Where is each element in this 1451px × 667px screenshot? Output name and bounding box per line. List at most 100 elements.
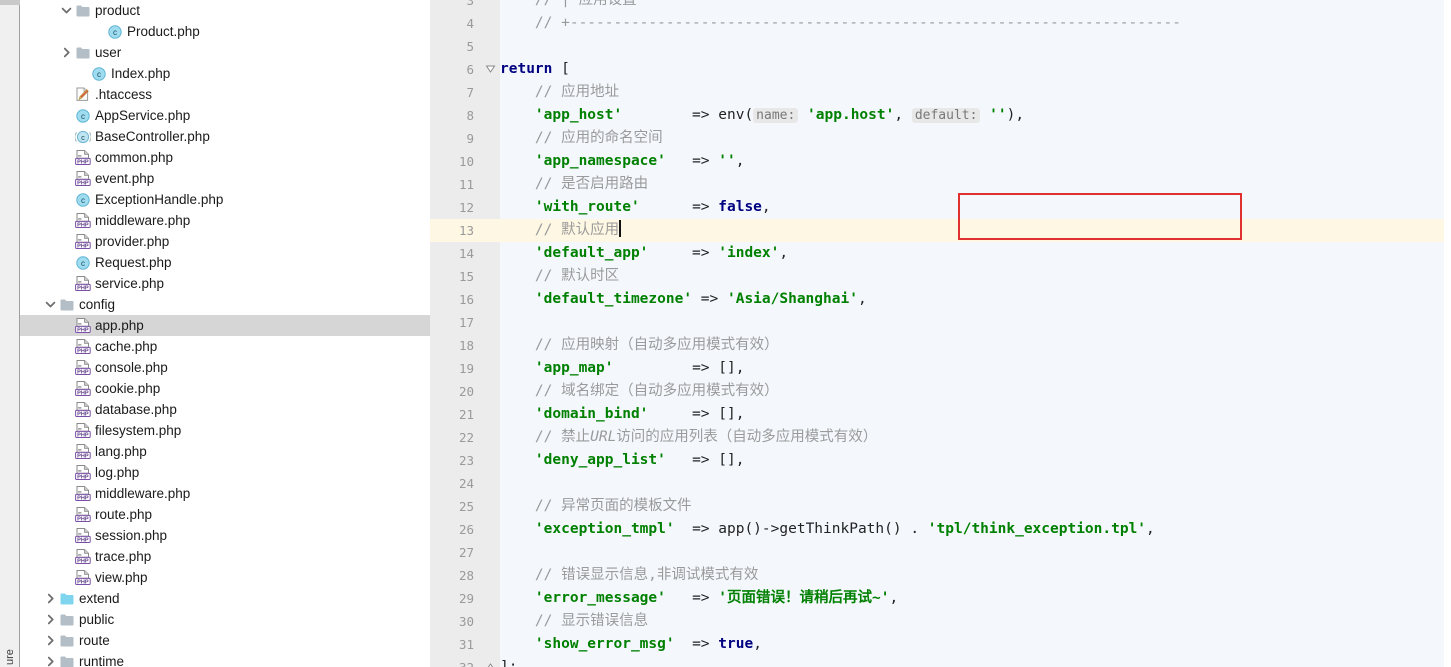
tree-row[interactable]: user — [20, 42, 430, 63]
chevron-down-icon[interactable] — [42, 294, 58, 315]
tree-row[interactable]: c Product.php — [20, 21, 430, 42]
svg-text:PHP: PHP — [77, 411, 89, 417]
code-line: ]; — [500, 659, 518, 667]
folder-icon — [58, 630, 75, 651]
chevron-right-icon[interactable] — [42, 630, 58, 651]
tree-row[interactable]: PHP middleware.php — [20, 210, 430, 231]
tree-row-label: lang.php — [95, 444, 147, 459]
tree-row[interactable]: PHP common.php — [20, 147, 430, 168]
php-class-icon: c — [74, 189, 91, 210]
code-line: // 异常页面的模板文件 — [500, 498, 692, 514]
tree-row[interactable]: c AppService.php — [20, 105, 430, 126]
editor-right-edge — [1444, 0, 1451, 667]
folder-cyan-icon — [58, 588, 75, 609]
tree-row[interactable]: PHP log.php — [20, 462, 430, 483]
tree-row[interactable]: PHP route.php — [20, 504, 430, 525]
tree-row-label: filesystem.php — [95, 423, 182, 438]
line-number: 25 — [458, 499, 474, 514]
line-number: 23 — [458, 453, 474, 468]
php-file-icon: PHP — [74, 210, 91, 231]
tree-row[interactable]: PHP lang.php — [20, 441, 430, 462]
tree-row[interactable]: PHP event.php — [20, 168, 430, 189]
tree-row[interactable]: config — [20, 294, 430, 315]
tree-row[interactable]: c ExceptionHandle.php — [20, 189, 430, 210]
chevron-right-icon[interactable] — [42, 609, 58, 630]
code-line: 'error_message' => '页面错误！请稍后再试~', — [500, 590, 899, 606]
tree-row-label: provider.php — [95, 234, 170, 249]
svg-text:PHP: PHP — [77, 327, 89, 333]
svg-text:PHP: PHP — [77, 390, 89, 396]
chevron-down-icon[interactable] — [58, 0, 74, 21]
tree-row[interactable]: runtime — [20, 651, 430, 667]
php-file-icon: PHP — [74, 147, 91, 168]
tree-row-label: console.php — [95, 360, 168, 375]
line-number: 32 — [430, 656, 474, 667]
code-line: // 禁止URL访问的应用列表（自动多应用模式有效） — [500, 429, 878, 445]
tree-row-label: AppService.php — [95, 108, 191, 123]
tree-row-label: extend — [79, 591, 120, 606]
code-folding-gutter[interactable] — [482, 0, 500, 667]
line-number: 19 — [458, 361, 474, 376]
code-line: 'show_error_msg' => true, — [500, 636, 762, 652]
php-file-icon: PHP — [74, 483, 91, 504]
tree-row[interactable]: product — [20, 0, 430, 21]
line-number: 24 — [458, 476, 474, 491]
tree-row[interactable]: PHP filesystem.php — [20, 420, 430, 441]
tree-row-label: runtime — [79, 654, 125, 667]
htaccess-icon — [74, 84, 91, 105]
folder-icon — [58, 609, 75, 630]
code-line: // 应用映射（自动多应用模式有效） — [500, 337, 779, 353]
line-number: 6 — [466, 62, 474, 77]
php-file-icon: PHP — [74, 168, 91, 189]
php-class-icon: c — [90, 63, 107, 84]
tree-row-label: session.php — [95, 528, 168, 543]
line-number: 8 — [466, 108, 474, 123]
code-line: // +------------------------------------… — [500, 15, 1181, 31]
svg-text:c: c — [81, 112, 85, 121]
tree-row[interactable]: PHP session.php — [20, 525, 430, 546]
tree-row[interactable]: PHP trace.php — [20, 546, 430, 567]
php-class-icon: c — [74, 252, 91, 273]
tree-row[interactable]: route — [20, 630, 430, 651]
code-line: // 应用地址 — [500, 84, 620, 100]
code-editor[interactable]: 3 // | 应用设置 4 // +-----------------------… — [430, 0, 1451, 667]
tree-row[interactable]: PHP cache.php — [20, 336, 430, 357]
project-file-tree[interactable]: product c Product.php user c Index.php .htacce… — [20, 0, 430, 667]
tree-row[interactable]: PHP service.php — [20, 273, 430, 294]
tree-row[interactable]: PHP middleware.php — [20, 483, 430, 504]
code-line: 'default_timezone' => 'Asia/Shanghai', — [500, 291, 867, 307]
line-number: 26 — [458, 522, 474, 537]
tree-row-label: route — [79, 633, 110, 648]
tree-row-selected[interactable]: PHP app.php — [20, 315, 430, 336]
chevron-right-icon[interactable] — [42, 651, 58, 667]
tree-row[interactable]: public — [20, 609, 430, 630]
code-line: 'app_host' => env(name: 'app.host', defa… — [500, 107, 1025, 123]
php-file-icon: PHP — [74, 441, 91, 462]
fold-collapse-icon[interactable] — [484, 58, 497, 81]
tree-row[interactable]: PHP console.php — [20, 357, 430, 378]
tree-row[interactable]: PHP database.php — [20, 399, 430, 420]
tree-row-label: .htaccess — [95, 87, 153, 102]
tree-row[interactable]: c Index.php — [20, 63, 430, 84]
tree-row-label: app.php — [95, 318, 144, 333]
chevron-right-icon[interactable] — [58, 42, 74, 63]
tree-row[interactable]: PHP provider.php — [20, 231, 430, 252]
tree-row[interactable]: extend — [20, 588, 430, 609]
svg-text:PHP: PHP — [77, 495, 89, 501]
tree-row[interactable]: PHP view.php — [20, 567, 430, 588]
php-file-icon: PHP — [74, 378, 91, 399]
tree-row[interactable]: PHP cookie.php — [20, 378, 430, 399]
structure-tool-button[interactable]: ure — [0, 613, 20, 665]
php-file-icon: PHP — [74, 336, 91, 357]
svg-text:PHP: PHP — [77, 222, 89, 228]
tree-row[interactable]: c Request.php — [20, 252, 430, 273]
tree-row-label: view.php — [95, 570, 148, 585]
tree-row[interactable]: .htaccess — [20, 84, 430, 105]
tree-row[interactable]: c BaseController.php — [20, 126, 430, 147]
fold-expand-icon[interactable] — [484, 656, 497, 667]
php-file-icon: PHP — [74, 315, 91, 336]
chevron-right-icon[interactable] — [42, 588, 58, 609]
